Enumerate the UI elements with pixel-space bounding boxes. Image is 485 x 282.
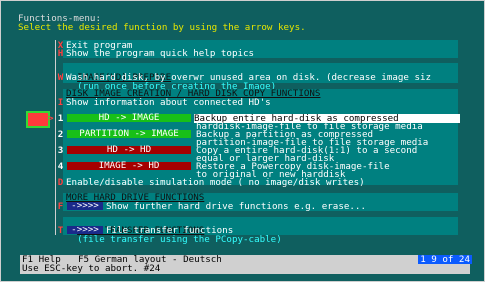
wash-disk-item[interactable]: Wash hard disk, by overwr unused area on… — [66, 73, 461, 82]
image-to-hd-button[interactable]: IMAGE -> HD — [67, 161, 191, 170]
item-1-key[interactable]: 1 — [57, 114, 64, 123]
item-4-key[interactable]: 4 — [57, 162, 64, 171]
hd-info-item[interactable]: Show information about connected HD's — [66, 98, 271, 107]
item-3-key[interactable]: 3 — [57, 146, 64, 155]
item-2-key[interactable]: 2 — [57, 130, 64, 139]
menu-divider-line — [55, 40, 56, 235]
selected-arrow-icon: > — [48, 113, 54, 124]
page-indicator: 1 9 of 24 — [418, 255, 472, 264]
transfer-item[interactable]: File transfer functions — [106, 226, 233, 235]
info-key[interactable]: I — [57, 98, 64, 107]
hd-to-image-button[interactable]: HD -> IMAGE — [67, 113, 191, 122]
selection-indicator — [26, 111, 50, 128]
partition-to-image-button[interactable]: PARTITION -> IMAGE — [67, 129, 191, 138]
more-hd-item[interactable]: Show further hard drive functions e.g. e… — [106, 202, 366, 211]
more-hd-button[interactable]: ->>>> — [67, 201, 103, 210]
help-topics-item[interactable]: Show the program quick help topics — [66, 49, 254, 58]
simulation-key[interactable]: D — [57, 178, 64, 187]
more-hd-key[interactable]: F — [57, 202, 64, 211]
transfer-button[interactable]: ->>>> — [67, 225, 103, 234]
simulation-mode-item[interactable]: Enable/disable simulation mode ( no imag… — [66, 178, 365, 187]
status-bar: Use ESC-key to abort. #24 — [20, 264, 470, 274]
menu-instruction: Select the desired function by using the… — [18, 22, 306, 33]
transfer-key[interactable]: T — [57, 226, 64, 235]
wash-key[interactable]: W — [57, 73, 64, 82]
status-text: Use ESC-key to abort. #24 — [22, 263, 161, 274]
hd-to-hd-button[interactable]: HD -> HD — [67, 145, 191, 154]
help-key[interactable]: H — [57, 49, 64, 58]
